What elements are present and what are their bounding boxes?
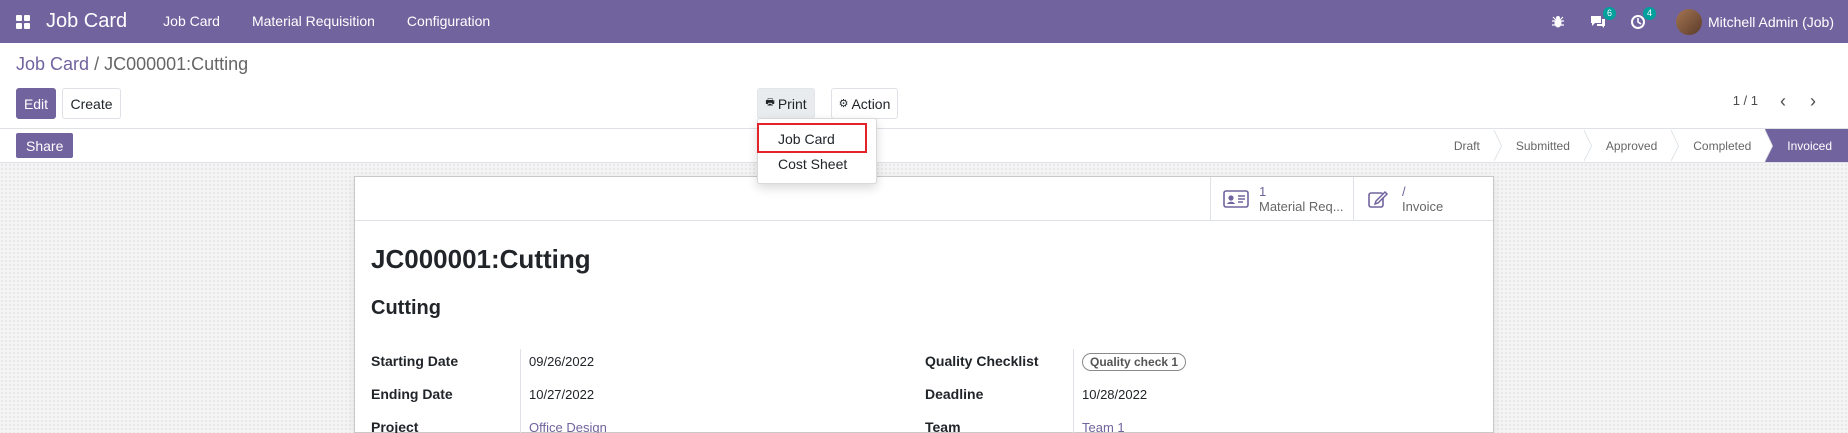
bug-icon[interactable] — [1548, 12, 1568, 32]
ending-date-value[interactable]: 10/27/2022 — [529, 387, 594, 402]
record-title: JC000001:Cutting — [371, 244, 591, 274]
job-card-highlight-box — [757, 123, 867, 153]
action-label: Action — [851, 95, 891, 112]
stage-invoiced[interactable]: Invoiced — [1765, 129, 1848, 162]
invoice-count: / — [1402, 184, 1406, 199]
edit-button[interactable]: Edit — [16, 88, 56, 119]
control-panel: Job Card / JC000001:Cutting Edit Create … — [0, 43, 1848, 129]
material-requisition-smart-button[interactable]: 1 Material Req... — [1210, 177, 1353, 221]
share-button[interactable]: Share — [16, 133, 74, 158]
stage-draft[interactable]: Draft — [1432, 129, 1502, 162]
material-count: 1 — [1259, 184, 1267, 199]
breadcrumb: Job Card / JC000001:Cutting — [16, 54, 248, 75]
left-column-separator — [520, 349, 521, 433]
top-navbar: Job Card Job Card Material Requisition C… — [0, 0, 1848, 43]
smart-button-box: 1 Material Req... / Invoice — [355, 177, 1493, 221]
starting-date-value[interactable]: 09/26/2022 — [529, 354, 594, 369]
menu-job-card[interactable]: Job Card — [147, 0, 236, 43]
print-label: Print — [777, 95, 807, 112]
user-avatar[interactable] — [1675, 8, 1702, 35]
app-brand[interactable]: Job Card — [46, 10, 127, 33]
stage-approved[interactable]: Approved — [1584, 129, 1680, 162]
user-menu[interactable]: Mitchell Admin (Job) — [1708, 14, 1834, 30]
statusbar: Share Draft Submitted Approved Completed… — [0, 129, 1848, 163]
deadline-label: Deadline — [925, 386, 984, 402]
pager-next-icon[interactable]: › — [1810, 92, 1816, 110]
pager-value[interactable]: 1 / 1 — [1733, 93, 1758, 108]
activity-badge: 4 — [1642, 6, 1656, 20]
menu-configuration[interactable]: Configuration — [391, 0, 506, 43]
ending-date-label: Ending Date — [371, 386, 453, 402]
deadline-value[interactable]: 10/28/2022 — [1082, 387, 1147, 402]
team-label: Team — [925, 419, 961, 433]
create-button[interactable]: Create — [62, 88, 121, 119]
quality-checklist-label: Quality Checklist — [925, 353, 1039, 369]
stage-completed[interactable]: Completed — [1671, 129, 1774, 162]
invoice-label: Invoice — [1402, 199, 1444, 214]
chat-icon[interactable]: 6 — [1588, 6, 1616, 32]
activity-clock-icon[interactable]: 4 — [1628, 6, 1656, 32]
pager-prev-icon[interactable]: ‹ — [1780, 92, 1786, 110]
quality-check-tag[interactable]: Quality check 1 — [1082, 353, 1187, 371]
menu-material-requisition[interactable]: Material Requisition — [236, 0, 391, 43]
team-link[interactable]: Team 1 — [1082, 420, 1125, 433]
stage-submitted[interactable]: Submitted — [1494, 129, 1592, 162]
edit-pencil-icon — [1366, 189, 1392, 209]
print-cost-sheet-item[interactable]: Cost Sheet — [758, 152, 876, 176]
breadcrumb-current: JC000001:Cutting — [104, 54, 249, 74]
gear-icon: ⚙ — [838, 98, 849, 110]
stage-pipeline: Draft Submitted Approved Completed Invoi… — [1432, 129, 1848, 162]
project-link[interactable]: Office Design — [529, 420, 607, 433]
print-button[interactable]: 🖶 Print — [757, 88, 815, 119]
action-button[interactable]: ⚙ Action — [831, 88, 898, 119]
print-dropdown-menu: Job Card Cost Sheet — [757, 118, 877, 184]
apps-menu-icon[interactable] — [0, 0, 46, 43]
record-subtitle: Cutting — [371, 297, 441, 319]
breadcrumb-parent[interactable]: Job Card — [16, 54, 89, 74]
printer-icon: 🖶 — [765, 97, 775, 108]
form-sheet: 1 Material Req... / Invoice JC000001:Cut… — [354, 176, 1494, 433]
starting-date-label: Starting Date — [371, 353, 459, 369]
invoice-smart-button[interactable]: / Invoice — [1353, 177, 1493, 221]
chat-badge: 6 — [1602, 6, 1616, 20]
project-label: Project — [371, 419, 419, 433]
right-column-separator — [1073, 349, 1074, 433]
material-label: Material Req... — [1259, 199, 1344, 214]
id-card-icon — [1223, 189, 1249, 209]
breadcrumb-separator: / — [94, 54, 100, 74]
